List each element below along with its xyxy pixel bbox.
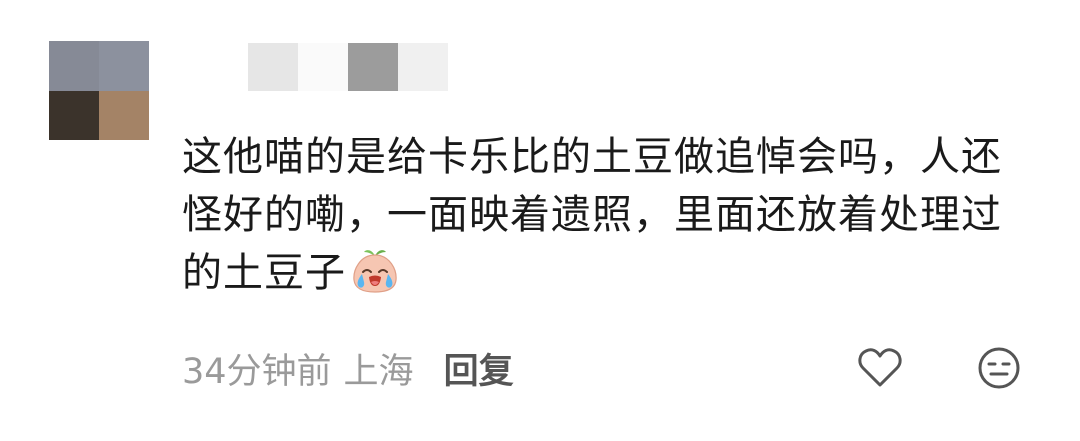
blur-block	[398, 43, 448, 91]
blur-block	[298, 43, 348, 91]
avatar[interactable]	[49, 41, 149, 140]
blur-block	[348, 43, 398, 91]
unamused-face-icon[interactable]	[976, 345, 1022, 391]
reply-button[interactable]: 回复	[444, 343, 514, 394]
avatar-tile	[99, 91, 149, 140]
comment-text: 这他喵的是给卡乐比的土豆做追悼会吗，人还怪好的嘞，一面映着遗照，里面还放着处理过…	[182, 134, 1002, 296]
comment-text-block: 这他喵的是给卡乐比的土豆做追悼会吗，人还怪好的嘞，一面映着遗照，里面还放着处理过…	[182, 128, 1042, 302]
username-blurred[interactable]	[248, 43, 448, 91]
comment-meta: 34分钟前 上海 回复	[182, 343, 514, 394]
comment-item: 这他喵的是给卡乐比的土豆做追悼会吗，人还怪好的嘞，一面映着遗照，里面还放着处理过…	[0, 0, 1080, 441]
blur-block	[248, 43, 298, 91]
avatar-tile	[49, 41, 99, 91]
heart-outline-icon[interactable]	[856, 345, 904, 391]
comment-time: 34分钟前	[182, 351, 332, 392]
crying-face-emoji-icon	[350, 246, 400, 294]
avatar-tile	[99, 41, 149, 91]
avatar-tile	[49, 91, 99, 140]
comment-location: 上海	[343, 351, 414, 392]
